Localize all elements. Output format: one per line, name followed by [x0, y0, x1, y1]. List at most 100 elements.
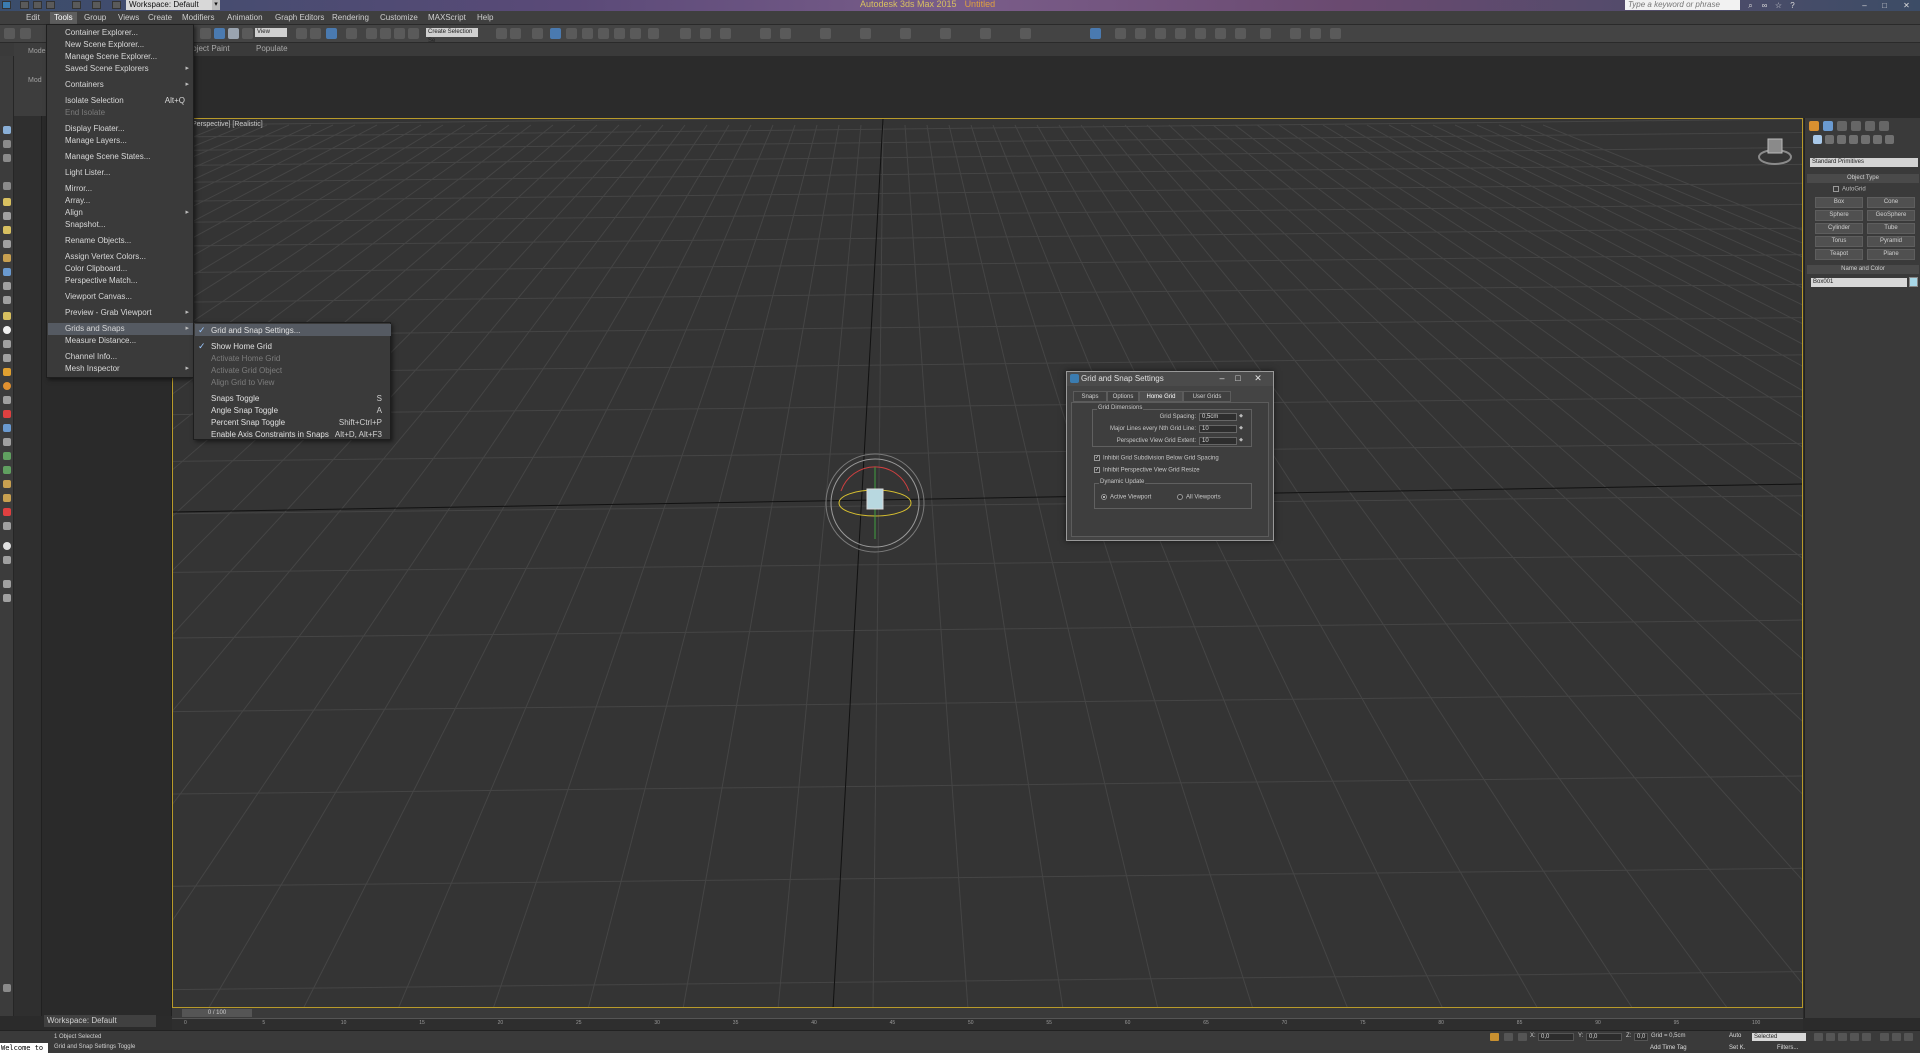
menu-customize[interactable]: Customize — [380, 13, 418, 22]
graphite-tool-icon-2[interactable] — [700, 28, 711, 39]
xref-filter-icon[interactable] — [3, 296, 11, 304]
box001-object[interactable] — [866, 488, 884, 510]
lock-icon[interactable] — [3, 580, 11, 588]
set-key-button[interactable]: Set K. — [1729, 1045, 1745, 1051]
menu-item-color-clipboard[interactable]: Color Clipboard... — [65, 264, 127, 273]
spinner-arrows-icon[interactable]: ◆ — [1239, 425, 1243, 431]
key-filter-selected-combo[interactable]: Selected — [1752, 1033, 1806, 1041]
material-editor-icon[interactable] — [598, 28, 609, 39]
sun-icon[interactable] — [3, 368, 11, 376]
lock-selection-icon[interactable] — [1490, 1033, 1499, 1041]
menu-edit[interactable]: Edit — [26, 13, 40, 22]
menu-item-snapshot[interactable]: Snapshot... — [65, 220, 105, 229]
modeling-tool-icon-4[interactable] — [860, 28, 871, 39]
save-file-icon[interactable] — [46, 1, 55, 9]
modify-tab-icon[interactable] — [1823, 121, 1833, 131]
angle-snap-icon[interactable] — [380, 28, 391, 39]
undo-icon[interactable] — [72, 1, 81, 9]
minimize-icon[interactable]: – — [1215, 373, 1229, 384]
render-frame-icon[interactable] — [630, 28, 641, 39]
sphere-icon[interactable] — [3, 542, 11, 550]
display-all-icon[interactable] — [3, 140, 11, 148]
reference-coordinate-combo[interactable]: View — [255, 28, 287, 37]
helpers-icon[interactable] — [1861, 135, 1870, 144]
rotate-gizmo[interactable] — [825, 453, 925, 553]
paint-tool-icon-7[interactable] — [1235, 28, 1246, 39]
snap-toggle-icon[interactable] — [366, 28, 377, 39]
grid-spacing-spinner[interactable]: 0,5cm ◆ — [1199, 413, 1243, 421]
menu-rendering[interactable]: Rendering — [332, 13, 369, 22]
menu-modifiers[interactable]: Modifiers — [182, 13, 214, 22]
close-icon[interactable]: ✕ — [1902, 1, 1911, 10]
tab-home-grid[interactable]: Home Grid — [1139, 391, 1183, 402]
menu-tools[interactable]: Tools — [50, 12, 77, 24]
tab-options[interactable]: Options — [1107, 391, 1139, 402]
menu-animation[interactable]: Animation — [227, 13, 263, 22]
menu-item-containers[interactable]: Containers — [65, 80, 104, 89]
create-tab-icon[interactable] — [1809, 121, 1819, 131]
undo-icon[interactable] — [4, 28, 15, 39]
camera-icon[interactable] — [3, 396, 11, 404]
menu-maxscript[interactable]: MAXScript — [428, 13, 466, 22]
modeling-tool-icon-7[interactable] — [980, 28, 991, 39]
hierarchy-icon[interactable] — [3, 438, 11, 446]
link-icon[interactable] — [3, 424, 11, 432]
paint-tool-icon-10[interactable] — [1310, 28, 1321, 39]
search-input[interactable]: Type a keyword or phrase — [1625, 0, 1740, 10]
menu-create[interactable]: Create — [148, 13, 172, 22]
align-icon[interactable] — [510, 28, 521, 39]
cylinder-button[interactable]: Cylinder — [1815, 223, 1863, 234]
selection-region-icon[interactable] — [242, 28, 253, 39]
grid-extent-spinner[interactable]: 10 ◆ — [1199, 437, 1243, 445]
menu-group[interactable]: Group — [84, 13, 106, 22]
binoculars-icon[interactable]: ∞ — [1760, 1, 1769, 10]
space-warps-icon[interactable] — [1873, 135, 1882, 144]
render-setup-icon[interactable] — [614, 28, 625, 39]
menu-item-perspective-match[interactable]: Perspective Match... — [65, 276, 137, 285]
spinner-snap-icon[interactable] — [408, 28, 419, 39]
name-and-color-rollout[interactable]: Name and Color — [1807, 265, 1919, 274]
schematic-view-icon[interactable] — [582, 28, 593, 39]
modeling-tool-icon[interactable] — [760, 28, 771, 39]
menu-item-manage-scene-explorer[interactable]: Manage Scene Explorer... — [65, 52, 157, 61]
sphere-button[interactable]: Sphere — [1815, 210, 1863, 221]
menu-item-show-home-grid[interactable]: Show Home Grid — [211, 342, 272, 351]
help-icon[interactable] — [3, 594, 11, 602]
paint-tool-icon-6[interactable] — [1215, 28, 1226, 39]
spacewarp-filter-icon[interactable] — [3, 268, 11, 276]
menu-item-preview-grab-viewport[interactable]: Preview - Grab Viewport — [65, 308, 152, 317]
tree-icon[interactable] — [3, 452, 11, 460]
utilities-tab-icon[interactable] — [1879, 121, 1889, 131]
motion-tab-icon[interactable] — [1851, 121, 1861, 131]
menu-graph-editors[interactable]: Graph Editors — [275, 13, 324, 22]
perspective-viewport[interactable] — [172, 118, 1803, 1008]
trackbar[interactable]: 0 5 10 15 20 25 30 35 40 45 50 55 60 65 70 75 80 85 90 95 10… — [172, 1018, 1803, 1030]
modeling-tool-icon-2[interactable] — [780, 28, 791, 39]
particle-filter-icon[interactable] — [3, 340, 11, 348]
paint-tool-icon-5[interactable] — [1195, 28, 1206, 39]
go-to-end-icon[interactable] — [1862, 1033, 1871, 1041]
menu-item-align[interactable]: Align — [65, 208, 83, 217]
object-color-swatch[interactable] — [1909, 277, 1918, 287]
space-warp-icon[interactable] — [3, 508, 11, 516]
sphere-display-icon[interactable] — [3, 326, 11, 334]
geosphere-button[interactable]: GeoSphere — [1867, 210, 1915, 221]
torus-button[interactable]: Torus — [1815, 236, 1863, 247]
link-icon[interactable] — [200, 28, 211, 39]
menu-item-viewport-canvas[interactable]: Viewport Canvas... — [65, 292, 132, 301]
menu-item-snaps-toggle[interactable]: Snaps Toggle — [211, 394, 259, 403]
paint-tool-icon[interactable] — [1115, 28, 1126, 39]
open-file-icon[interactable] — [33, 1, 42, 9]
x-coordinate-input[interactable]: 0,0 — [1538, 1033, 1574, 1041]
select-rotate-icon[interactable] — [310, 28, 321, 39]
tab-populate[interactable]: Populate — [256, 44, 288, 53]
paint-tool-icon-8[interactable] — [1260, 28, 1271, 39]
select-scale-icon[interactable] — [326, 28, 337, 39]
active-viewport-radio[interactable]: Active Viewport — [1101, 494, 1151, 501]
select-move-icon[interactable] — [296, 28, 307, 39]
close-icon[interactable]: ✕ — [1251, 373, 1265, 384]
viewcube-icon[interactable] — [1757, 136, 1793, 166]
zoom-extents-icon[interactable] — [1880, 1033, 1889, 1041]
named-selection-set-combo[interactable]: Create Selection Se — [426, 28, 478, 44]
orbit-icon[interactable] — [1904, 1033, 1913, 1041]
